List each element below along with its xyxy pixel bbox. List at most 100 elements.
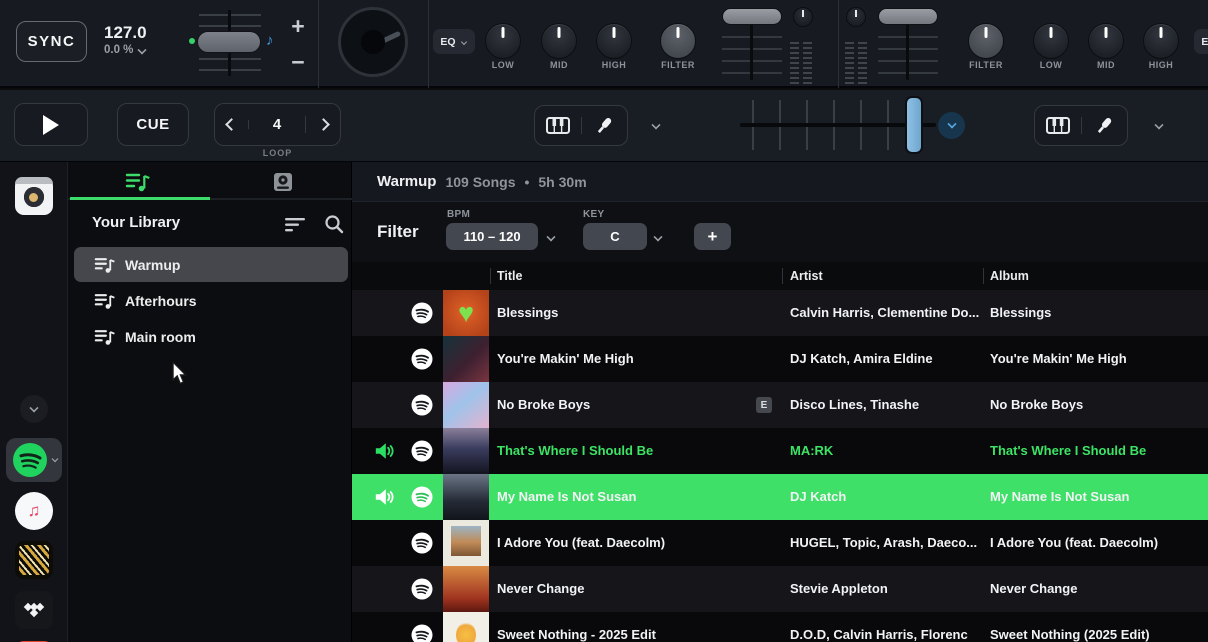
divider bbox=[838, 0, 839, 88]
loop-decrease-button[interactable] bbox=[215, 120, 249, 129]
gain-knob-right[interactable] bbox=[846, 7, 866, 27]
tab-crates[interactable] bbox=[271, 170, 295, 194]
column-artist[interactable]: Artist bbox=[790, 269, 823, 283]
sort-icon bbox=[285, 217, 307, 233]
divider bbox=[428, 0, 429, 88]
volume-fader-right[interactable] bbox=[878, 8, 938, 25]
high-knob-left[interactable] bbox=[596, 23, 632, 59]
pitch-value: 0.0 % bbox=[104, 44, 133, 56]
playlist-title: Warmup bbox=[377, 173, 436, 190]
chevron-down-icon[interactable] bbox=[653, 232, 662, 241]
speaker-icon bbox=[374, 441, 394, 461]
sort-button[interactable] bbox=[285, 217, 307, 233]
chevron-left-icon bbox=[225, 118, 238, 131]
track-list-panel: Warmup 109 Songs • 5h 30m Filter BPM 110… bbox=[352, 162, 1208, 642]
collapse-sources-button[interactable] bbox=[20, 395, 48, 423]
album-art bbox=[443, 474, 489, 520]
knob-label: HIGH bbox=[1126, 60, 1196, 70]
tempo-plus-button[interactable]: + bbox=[283, 13, 313, 39]
table-row[interactable]: You're Makin' Me High DJ Katch, Amira El… bbox=[352, 336, 1208, 382]
column-album[interactable]: Album bbox=[990, 269, 1029, 283]
filter-knob-right[interactable] bbox=[968, 23, 1004, 59]
bpm-filter-pill[interactable]: 110 – 120 bbox=[446, 223, 538, 250]
mid-knob-right[interactable] bbox=[1088, 23, 1124, 59]
keyboard-button-left[interactable] bbox=[535, 117, 582, 134]
volume-fader-left[interactable] bbox=[722, 8, 782, 25]
track-artist: Stevie Appleton bbox=[790, 581, 985, 596]
apple-music-icon[interactable]: ♫ bbox=[15, 492, 53, 530]
knob-label: HIGH bbox=[579, 60, 649, 70]
microphone-button-right[interactable] bbox=[1082, 115, 1128, 137]
music-note-icon: ♪ bbox=[266, 32, 274, 49]
track-title: I Adore You (feat. Daecolm) bbox=[497, 535, 747, 550]
search-icon bbox=[324, 214, 344, 234]
crossfader-options-button[interactable] bbox=[938, 112, 965, 139]
track-artist: HUGEL, Topic, Arash, Daeco... bbox=[790, 535, 985, 550]
chevron-down-icon bbox=[52, 456, 59, 463]
queue-music-icon bbox=[125, 170, 151, 194]
mid-knob-left[interactable] bbox=[541, 23, 577, 59]
spotify-icon bbox=[12, 442, 48, 478]
bpm-display: 127.0 bbox=[104, 23, 147, 43]
table-row[interactable]: I Adore You (feat. Daecolm) HUGEL, Topic… bbox=[352, 520, 1208, 566]
eq-mode-button-right[interactable]: EQ bbox=[1194, 29, 1208, 54]
eq-mode-button-left[interactable]: EQ bbox=[433, 29, 475, 54]
play-icon bbox=[43, 115, 59, 135]
tab-playlists[interactable] bbox=[125, 170, 151, 194]
filter-knob-left[interactable] bbox=[660, 23, 696, 59]
low-knob-right[interactable] bbox=[1033, 23, 1069, 59]
table-row[interactable]: No Broke Boys E Disco Lines, Tinashe No … bbox=[352, 382, 1208, 428]
spotify-source-selected[interactable] bbox=[6, 438, 62, 482]
chevron-down-icon[interactable] bbox=[651, 120, 660, 129]
loop-increase-button[interactable] bbox=[306, 120, 340, 129]
spotify-badge-icon bbox=[411, 486, 433, 508]
spotify-badge-icon bbox=[411, 532, 433, 554]
song-count: 109 Songs bbox=[445, 174, 515, 190]
high-knob-right[interactable] bbox=[1143, 23, 1179, 59]
loop-length-value[interactable]: 4 bbox=[249, 116, 306, 133]
play-button[interactable] bbox=[14, 103, 88, 146]
jog-wheel[interactable] bbox=[338, 7, 408, 77]
table-row-selected[interactable]: My Name Is Not Susan DJ Katch My Name Is… bbox=[352, 474, 1208, 520]
playlist-item-afterhours[interactable]: Afterhours bbox=[74, 283, 348, 318]
dot-separator: • bbox=[524, 174, 529, 190]
low-knob-left[interactable] bbox=[485, 23, 521, 59]
chevron-down-icon[interactable] bbox=[546, 232, 555, 241]
eq-label: EQ bbox=[1201, 36, 1208, 48]
playlist-item-main-room[interactable]: Main room bbox=[74, 319, 348, 354]
keyboard-icon bbox=[546, 117, 570, 134]
sync-button[interactable]: SYNC bbox=[16, 21, 87, 62]
table-row-playing[interactable]: That's Where I Should Be MA:RK That's Wh… bbox=[352, 428, 1208, 474]
filter-label: Filter bbox=[377, 222, 419, 242]
fader-track bbox=[750, 20, 753, 80]
tempo-minus-button[interactable]: − bbox=[283, 49, 313, 75]
table-row[interactable]: Sweet Nothing - 2025 Edit D.O.D, Calvin … bbox=[352, 612, 1208, 642]
microphone-icon bbox=[1093, 115, 1115, 137]
crossfader-handle[interactable] bbox=[905, 96, 923, 154]
djay-app-window: SYNC 127.0 0.0 % ♪ + − EQ LOW M bbox=[0, 0, 1208, 642]
pitch-display[interactable]: 0.0 % bbox=[104, 44, 146, 56]
playlist-header: Warmup 109 Songs • 5h 30m bbox=[352, 162, 1208, 202]
cue-button[interactable]: CUE bbox=[117, 103, 189, 146]
key-filter-label: KEY bbox=[583, 209, 604, 220]
search-button[interactable] bbox=[324, 214, 344, 234]
keyboard-button-right[interactable] bbox=[1035, 117, 1082, 134]
tempo-slider-handle[interactable] bbox=[197, 31, 261, 53]
track-album: That's Where I Should Be bbox=[990, 443, 1205, 458]
divider bbox=[318, 0, 319, 88]
table-row[interactable]: Blessings Calvin Harris, Clementine Do..… bbox=[352, 290, 1208, 336]
track-artist: Calvin Harris, Clementine Do... bbox=[790, 305, 985, 320]
chevron-down-icon[interactable] bbox=[1154, 120, 1163, 129]
table-row[interactable]: Never Change Stevie Appleton Never Chang… bbox=[352, 566, 1208, 612]
column-title[interactable]: Title bbox=[497, 269, 522, 283]
gain-knob-left[interactable] bbox=[793, 7, 813, 27]
striped-service-icon[interactable] bbox=[15, 541, 53, 579]
album-art bbox=[443, 520, 489, 566]
tidal-icon[interactable] bbox=[15, 591, 53, 629]
level-meter bbox=[845, 42, 854, 84]
playlist-item-warmup[interactable]: Warmup bbox=[74, 247, 348, 282]
track-title: Blessings bbox=[497, 305, 747, 320]
key-filter-pill[interactable]: C bbox=[583, 223, 647, 250]
microphone-button-left[interactable] bbox=[582, 115, 628, 137]
add-filter-button[interactable]: + bbox=[694, 223, 731, 250]
